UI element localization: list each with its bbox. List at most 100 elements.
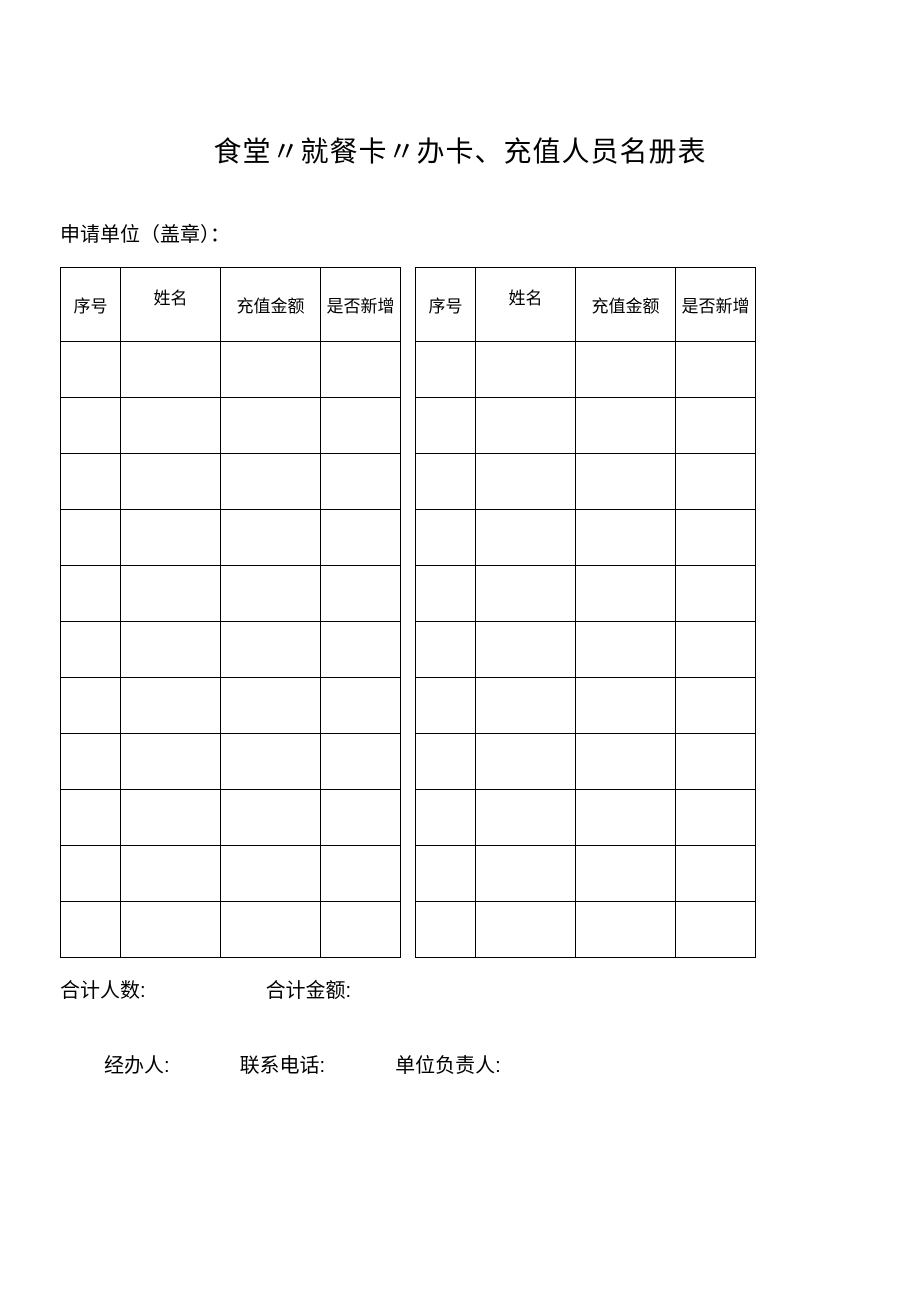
footer-row: 经办人: 联系电话: 单位负责人: bbox=[60, 1049, 860, 1078]
cell-is_new[interactable] bbox=[321, 902, 401, 958]
cell-name[interactable] bbox=[476, 566, 576, 622]
cell-amount[interactable] bbox=[576, 510, 676, 566]
cell-is_new[interactable] bbox=[321, 678, 401, 734]
cell-name[interactable] bbox=[476, 510, 576, 566]
cell-amount[interactable] bbox=[221, 622, 321, 678]
cell-amount[interactable] bbox=[576, 846, 676, 902]
table-row bbox=[416, 510, 756, 566]
table-row bbox=[416, 622, 756, 678]
cell-amount[interactable] bbox=[221, 790, 321, 846]
cell-seq[interactable] bbox=[416, 902, 476, 958]
cell-amount[interactable] bbox=[576, 678, 676, 734]
right-table-body bbox=[416, 342, 756, 958]
cell-is_new[interactable] bbox=[676, 342, 756, 398]
cell-name[interactable] bbox=[476, 622, 576, 678]
cell-seq[interactable] bbox=[416, 398, 476, 454]
cell-name[interactable] bbox=[121, 566, 221, 622]
cell-is_new[interactable] bbox=[321, 510, 401, 566]
cell-is_new[interactable] bbox=[676, 622, 756, 678]
cell-seq[interactable] bbox=[416, 454, 476, 510]
cell-seq[interactable] bbox=[416, 678, 476, 734]
cell-seq[interactable] bbox=[61, 342, 121, 398]
cell-is_new[interactable] bbox=[676, 902, 756, 958]
cell-seq[interactable] bbox=[416, 622, 476, 678]
cell-is_new[interactable] bbox=[321, 342, 401, 398]
cell-is_new[interactable] bbox=[321, 454, 401, 510]
cell-seq[interactable] bbox=[416, 734, 476, 790]
table-row bbox=[61, 790, 401, 846]
cell-name[interactable] bbox=[476, 734, 576, 790]
cell-name[interactable] bbox=[476, 342, 576, 398]
cell-name[interactable] bbox=[476, 846, 576, 902]
cell-seq[interactable] bbox=[416, 790, 476, 846]
cell-seq[interactable] bbox=[416, 510, 476, 566]
cell-amount[interactable] bbox=[576, 734, 676, 790]
cell-is_new[interactable] bbox=[676, 678, 756, 734]
cell-amount[interactable] bbox=[576, 902, 676, 958]
cell-is_new[interactable] bbox=[321, 790, 401, 846]
cell-seq[interactable] bbox=[61, 902, 121, 958]
cell-name[interactable] bbox=[121, 902, 221, 958]
cell-seq[interactable] bbox=[416, 342, 476, 398]
header-is-new: 是否新增 bbox=[321, 268, 401, 342]
cell-name[interactable] bbox=[121, 790, 221, 846]
cell-seq[interactable] bbox=[61, 846, 121, 902]
cell-is_new[interactable] bbox=[321, 622, 401, 678]
cell-seq[interactable] bbox=[61, 678, 121, 734]
table-row bbox=[61, 342, 401, 398]
cell-name[interactable] bbox=[476, 454, 576, 510]
cell-seq[interactable] bbox=[61, 454, 121, 510]
cell-is_new[interactable] bbox=[321, 566, 401, 622]
cell-amount[interactable] bbox=[221, 846, 321, 902]
cell-seq[interactable] bbox=[61, 790, 121, 846]
cell-name[interactable] bbox=[476, 398, 576, 454]
cell-seq[interactable] bbox=[416, 566, 476, 622]
cell-is_new[interactable] bbox=[676, 454, 756, 510]
cell-amount[interactable] bbox=[221, 902, 321, 958]
cell-is_new[interactable] bbox=[321, 846, 401, 902]
cell-is_new[interactable] bbox=[676, 734, 756, 790]
cell-seq[interactable] bbox=[416, 846, 476, 902]
cell-is_new[interactable] bbox=[676, 846, 756, 902]
cell-name[interactable] bbox=[121, 622, 221, 678]
cell-amount[interactable] bbox=[576, 342, 676, 398]
cell-amount[interactable] bbox=[576, 622, 676, 678]
total-count-label: 合计人数: bbox=[60, 974, 146, 1003]
cell-seq[interactable] bbox=[61, 734, 121, 790]
cell-name[interactable] bbox=[121, 734, 221, 790]
cell-is_new[interactable] bbox=[676, 398, 756, 454]
cell-name[interactable] bbox=[121, 510, 221, 566]
cell-name[interactable] bbox=[121, 454, 221, 510]
cell-is_new[interactable] bbox=[321, 734, 401, 790]
cell-is_new[interactable] bbox=[676, 510, 756, 566]
cell-name[interactable] bbox=[121, 846, 221, 902]
cell-amount[interactable] bbox=[221, 678, 321, 734]
cell-name[interactable] bbox=[476, 678, 576, 734]
cell-amount[interactable] bbox=[221, 510, 321, 566]
cell-amount[interactable] bbox=[221, 566, 321, 622]
cell-amount[interactable] bbox=[221, 398, 321, 454]
totals-row: 合计人数: 合计金额: bbox=[60, 974, 860, 1003]
cell-name[interactable] bbox=[121, 678, 221, 734]
cell-is_new[interactable] bbox=[676, 566, 756, 622]
cell-name[interactable] bbox=[121, 342, 221, 398]
cell-amount[interactable] bbox=[576, 790, 676, 846]
cell-amount[interactable] bbox=[221, 342, 321, 398]
cell-amount[interactable] bbox=[221, 734, 321, 790]
table-row bbox=[416, 454, 756, 510]
cell-seq[interactable] bbox=[61, 398, 121, 454]
cell-name[interactable] bbox=[476, 902, 576, 958]
cell-amount[interactable] bbox=[221, 454, 321, 510]
cell-is_new[interactable] bbox=[321, 398, 401, 454]
cell-is_new[interactable] bbox=[676, 790, 756, 846]
cell-seq[interactable] bbox=[61, 566, 121, 622]
table-row bbox=[416, 342, 756, 398]
cell-seq[interactable] bbox=[61, 510, 121, 566]
cell-amount[interactable] bbox=[576, 566, 676, 622]
cell-amount[interactable] bbox=[576, 398, 676, 454]
cell-amount[interactable] bbox=[576, 454, 676, 510]
cell-seq[interactable] bbox=[61, 622, 121, 678]
table-row bbox=[416, 902, 756, 958]
cell-name[interactable] bbox=[121, 398, 221, 454]
cell-name[interactable] bbox=[476, 790, 576, 846]
